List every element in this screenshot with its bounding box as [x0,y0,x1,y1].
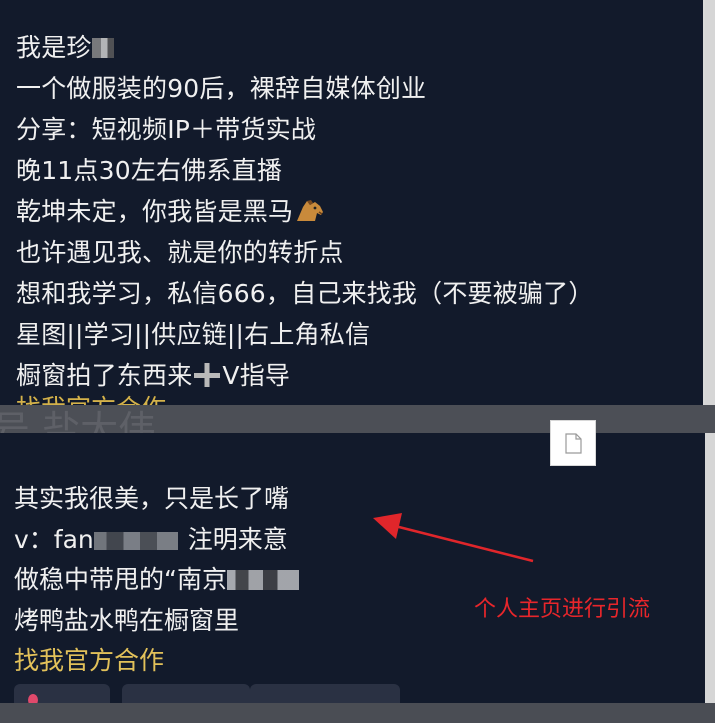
horse-emoji-icon [293,196,327,224]
bio-line-6: 也许遇见我、就是你的转折点 [16,238,344,267]
annotation-label: 个人主页进行引流 [474,597,651,622]
bio-line-8: 星图||学习||供应链||右上角私信 [16,320,371,349]
bio-line-4: 晚11点30左右佛系直播 [16,156,283,185]
heavy-plus-icon [192,358,222,387]
file-icon[interactable] [550,420,596,466]
wechat-prefix: v：fan [14,524,94,554]
bio-line-5-text: 乾坤未定，你我皆是黑马 [16,197,294,226]
card-line-1: 其实我很美，只是长了嘴 [14,484,290,513]
card-line-3: 做稳中带甩的“南京 [14,560,299,601]
blurred-name [91,38,114,58]
card-line-4: 烤鸭盐水鸭在橱窗里 [14,605,240,635]
second-profile-text: 其实我很美，只是长了嘴 v：fan 注明来意 做稳中带甩的“南京 烤鸭盐水鸭在橱窗… [14,479,299,682]
separator-band: 号 盐大伟 [0,405,715,433]
bio-line-7: 想和我学习，私信666，自己来找我（不要被骗了） [16,279,594,308]
card-line-2: v：fan 注明来意 [14,520,299,561]
profile-bio-panel-top: 我是珍 一个做服装的90后，裸辞自媒体创业 分享：短视频IP＋带货实战 晚11点… [0,0,705,408]
profile-bio-panel-bottom: 其实我很美，只是长了嘴 v：fan 注明来意 做稳中带甩的“南京 烤鸭盐水鸭在橱窗… [0,433,705,723]
bio-line-5: 乾坤未定，你我皆是黑马 [16,191,594,232]
screenshot-canvas: 我是珍 一个做服装的90后，裸辞自媒体创业 分享：短视频IP＋带货实战 晚11点… [0,0,715,723]
wechat-suffix: 注明来意 [187,524,288,554]
profile-bio-text: 我是珍 一个做服装的90后，裸辞自媒体创业 分享：短视频IP＋带货实战 晚11点… [16,27,594,396]
bio-line-3: 分享：短视频IP＋带货实战 [16,115,317,144]
bio-line-9-suffix: V指导 [222,361,291,390]
bio-line-9-text: 橱窗拍了东西来 [16,361,193,390]
bio-line-1: 我是珍 [16,27,594,68]
bio-line-2: 一个做服装的90后，裸辞自媒体创业 [16,74,427,103]
right-margin [705,0,715,723]
watermark: 号 盐大伟 [0,408,157,433]
card-line-3-text: 做稳中带甩的“南京 [14,565,227,594]
bio-line-9: 橱窗拍了东西来 V指导 [16,355,594,396]
blurred-shop-name [226,570,299,590]
card-line-5: 找我官方合作 [14,646,165,675]
bottom-strip [0,703,715,723]
bio-line-1-text: 我是珍 [16,33,92,62]
blurred-wechat-id [93,531,178,550]
